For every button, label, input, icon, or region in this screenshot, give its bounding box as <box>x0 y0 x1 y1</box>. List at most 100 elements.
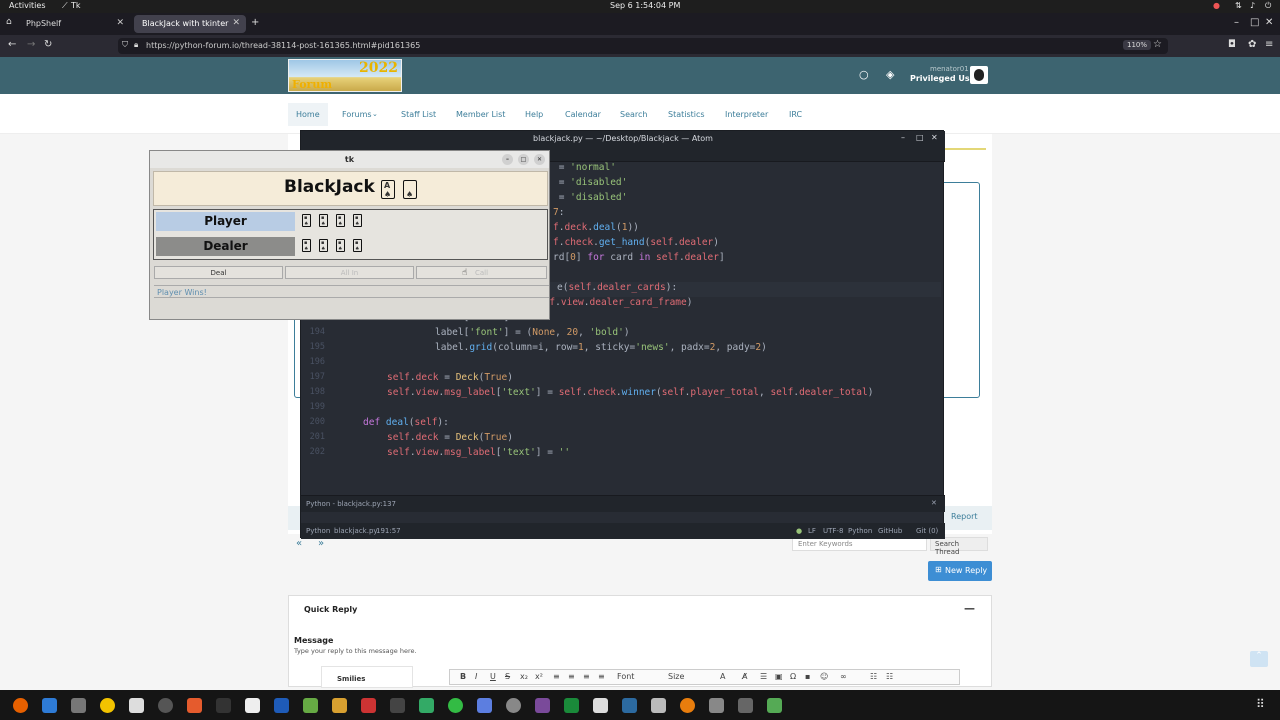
report-link[interactable]: Report <box>951 512 978 521</box>
reload-icon[interactable]: ↻ <box>44 39 52 50</box>
status-file[interactable]: blackjack.py <box>334 527 378 535</box>
avatar[interactable] <box>970 66 988 84</box>
nav-forums[interactable]: Forums <box>342 110 372 119</box>
minimize-icon[interactable]: – <box>1234 17 1239 28</box>
forum-logo[interactable]: 2022 Forum <box>288 59 402 92</box>
extensions-icon[interactable]: ✿ <box>1248 39 1256 50</box>
superscript-icon[interactable]: x² <box>535 672 543 681</box>
smilies-panel[interactable]: Smilies <box>321 666 413 688</box>
close-icon[interactable]: ✕ <box>232 18 240 28</box>
thread-search-input[interactable]: Enter Keywords <box>792 537 927 551</box>
omega-icon[interactable]: Ω <box>790 672 796 681</box>
align-center-icon[interactable]: ≡ <box>568 672 575 681</box>
lock-icon[interactable]: 🔒︎ <box>134 40 138 50</box>
firefox-icon[interactable] <box>13 698 28 713</box>
nav-statistics[interactable]: Statistics <box>668 110 705 119</box>
tk-app-icon[interactable] <box>709 698 724 713</box>
size-select[interactable]: Size <box>668 672 684 681</box>
app-icon[interactable] <box>187 698 202 713</box>
image-icon[interactable]: ▣ <box>775 672 783 681</box>
tab-phpshelf[interactable]: PhpShelf ✕ <box>18 15 130 33</box>
close-icon[interactable]: ✕ <box>931 133 938 142</box>
network-icon[interactable]: ⇅ <box>1235 1 1242 10</box>
record-icon[interactable]: ● <box>1213 1 1220 10</box>
app-icon[interactable] <box>651 698 666 713</box>
nav-interpreter[interactable]: Interpreter <box>725 110 768 119</box>
status-git[interactable]: Git (0) <box>916 527 938 535</box>
app-icon[interactable] <box>622 698 637 713</box>
theme-toggle-icon[interactable]: ◈ <box>886 68 894 81</box>
trash-icon[interactable] <box>767 698 782 713</box>
nav-staff-list[interactable]: Staff List <box>401 110 436 119</box>
app-icon[interactable] <box>564 698 579 713</box>
forward-icon[interactable]: → <box>27 39 35 50</box>
hr-icon[interactable]: ☰ <box>760 672 767 681</box>
tool-icon[interactable] <box>390 698 405 713</box>
url-bar[interactable]: ⛉ 🔒︎ https://python-forum.io/thread-3811… <box>118 38 1168 54</box>
prev-thread-icon[interactable]: « <box>296 538 302 549</box>
show-apps-icon[interactable]: ⠿ <box>1256 697 1265 711</box>
app-icon[interactable] <box>593 698 608 713</box>
app-icon[interactable] <box>535 698 550 713</box>
shield-icon[interactable]: ⛉ <box>122 40 128 50</box>
list-icon[interactable]: ☷ <box>870 672 877 681</box>
emoji-icon[interactable]: ☺ <box>820 672 828 681</box>
nav-home[interactable]: Home <box>288 103 328 126</box>
link-icon[interactable]: ∞ <box>840 672 847 681</box>
tk-title-bar[interactable]: tk – □ ✕ <box>150 151 549 168</box>
rhythmbox-icon[interactable] <box>100 698 115 713</box>
terminal-icon[interactable] <box>216 698 231 713</box>
align-right-icon[interactable]: ≡ <box>583 672 590 681</box>
remove-format-icon[interactable]: A̸ <box>742 672 747 681</box>
new-reply-button[interactable]: ⊞ New Reply <box>928 561 992 581</box>
strike-icon[interactable]: S <box>505 672 510 681</box>
subscript-icon[interactable]: x₂ <box>520 672 528 681</box>
minimize-icon[interactable]: – <box>502 154 513 165</box>
close-icon[interactable]: ✕ <box>116 18 124 28</box>
cards-icon[interactable] <box>361 698 376 713</box>
italic-icon[interactable]: I <box>475 672 477 681</box>
close-icon[interactable]: ✕ <box>931 499 937 507</box>
thunderbird-icon[interactable] <box>42 698 57 713</box>
maximize-icon[interactable]: □ <box>1250 17 1259 28</box>
numbered-list-icon[interactable]: ☷ <box>886 672 893 681</box>
status-grammar[interactable]: Python <box>306 527 330 535</box>
activities-button[interactable]: Activities <box>9 1 46 10</box>
nav-calendar[interactable]: Calendar <box>565 110 601 119</box>
app-name[interactable]: Tk <box>71 1 81 10</box>
all-in-button[interactable]: All In <box>285 266 414 279</box>
maximize-icon[interactable]: □ <box>518 154 529 165</box>
collapse-icon[interactable]: — <box>964 602 975 615</box>
settings-icon[interactable] <box>158 698 173 713</box>
zoom-level[interactable]: 110% <box>1123 40 1152 50</box>
pocket-icon[interactable]: ◘ <box>1228 39 1236 50</box>
volume-icon[interactable]: ♪ <box>1250 1 1255 10</box>
blender-icon[interactable] <box>680 698 695 713</box>
font-select[interactable]: Font <box>617 672 634 681</box>
software-icon[interactable] <box>129 698 144 713</box>
underline-icon[interactable]: U <box>490 672 496 681</box>
bold-icon[interactable]: B <box>460 672 466 681</box>
app-icon[interactable] <box>448 698 463 713</box>
justify-icon[interactable]: ≡ <box>598 672 605 681</box>
status-cursor-position[interactable]: 191:57 <box>376 527 401 535</box>
minimize-icon[interactable]: – <box>901 133 905 142</box>
nav-search[interactable]: Search <box>620 110 647 119</box>
minecraft-icon[interactable] <box>303 698 318 713</box>
back-icon[interactable]: ← <box>8 39 16 50</box>
next-thread-icon[interactable]: » <box>318 538 324 549</box>
app-icon[interactable] <box>419 698 434 713</box>
menu-icon[interactable]: ≡ <box>1265 39 1273 50</box>
status-line-ending[interactable]: LF <box>808 527 816 535</box>
align-left-icon[interactable]: ≡ <box>553 672 560 681</box>
status-github[interactable]: GitHub <box>878 527 902 535</box>
bookmark-star-icon[interactable]: ☆ <box>1153 39 1162 50</box>
clock[interactable]: Sep 6 1:54:04 PM <box>610 1 680 10</box>
game-icon[interactable] <box>332 698 347 713</box>
document-icon[interactable] <box>274 698 289 713</box>
close-icon[interactable]: ✕ <box>534 154 545 165</box>
nav-member-list[interactable]: Member List <box>456 110 505 119</box>
close-window-icon[interactable]: ✕ <box>1265 17 1273 28</box>
nav-help[interactable]: Help <box>525 110 543 119</box>
app-icon[interactable] <box>477 698 492 713</box>
